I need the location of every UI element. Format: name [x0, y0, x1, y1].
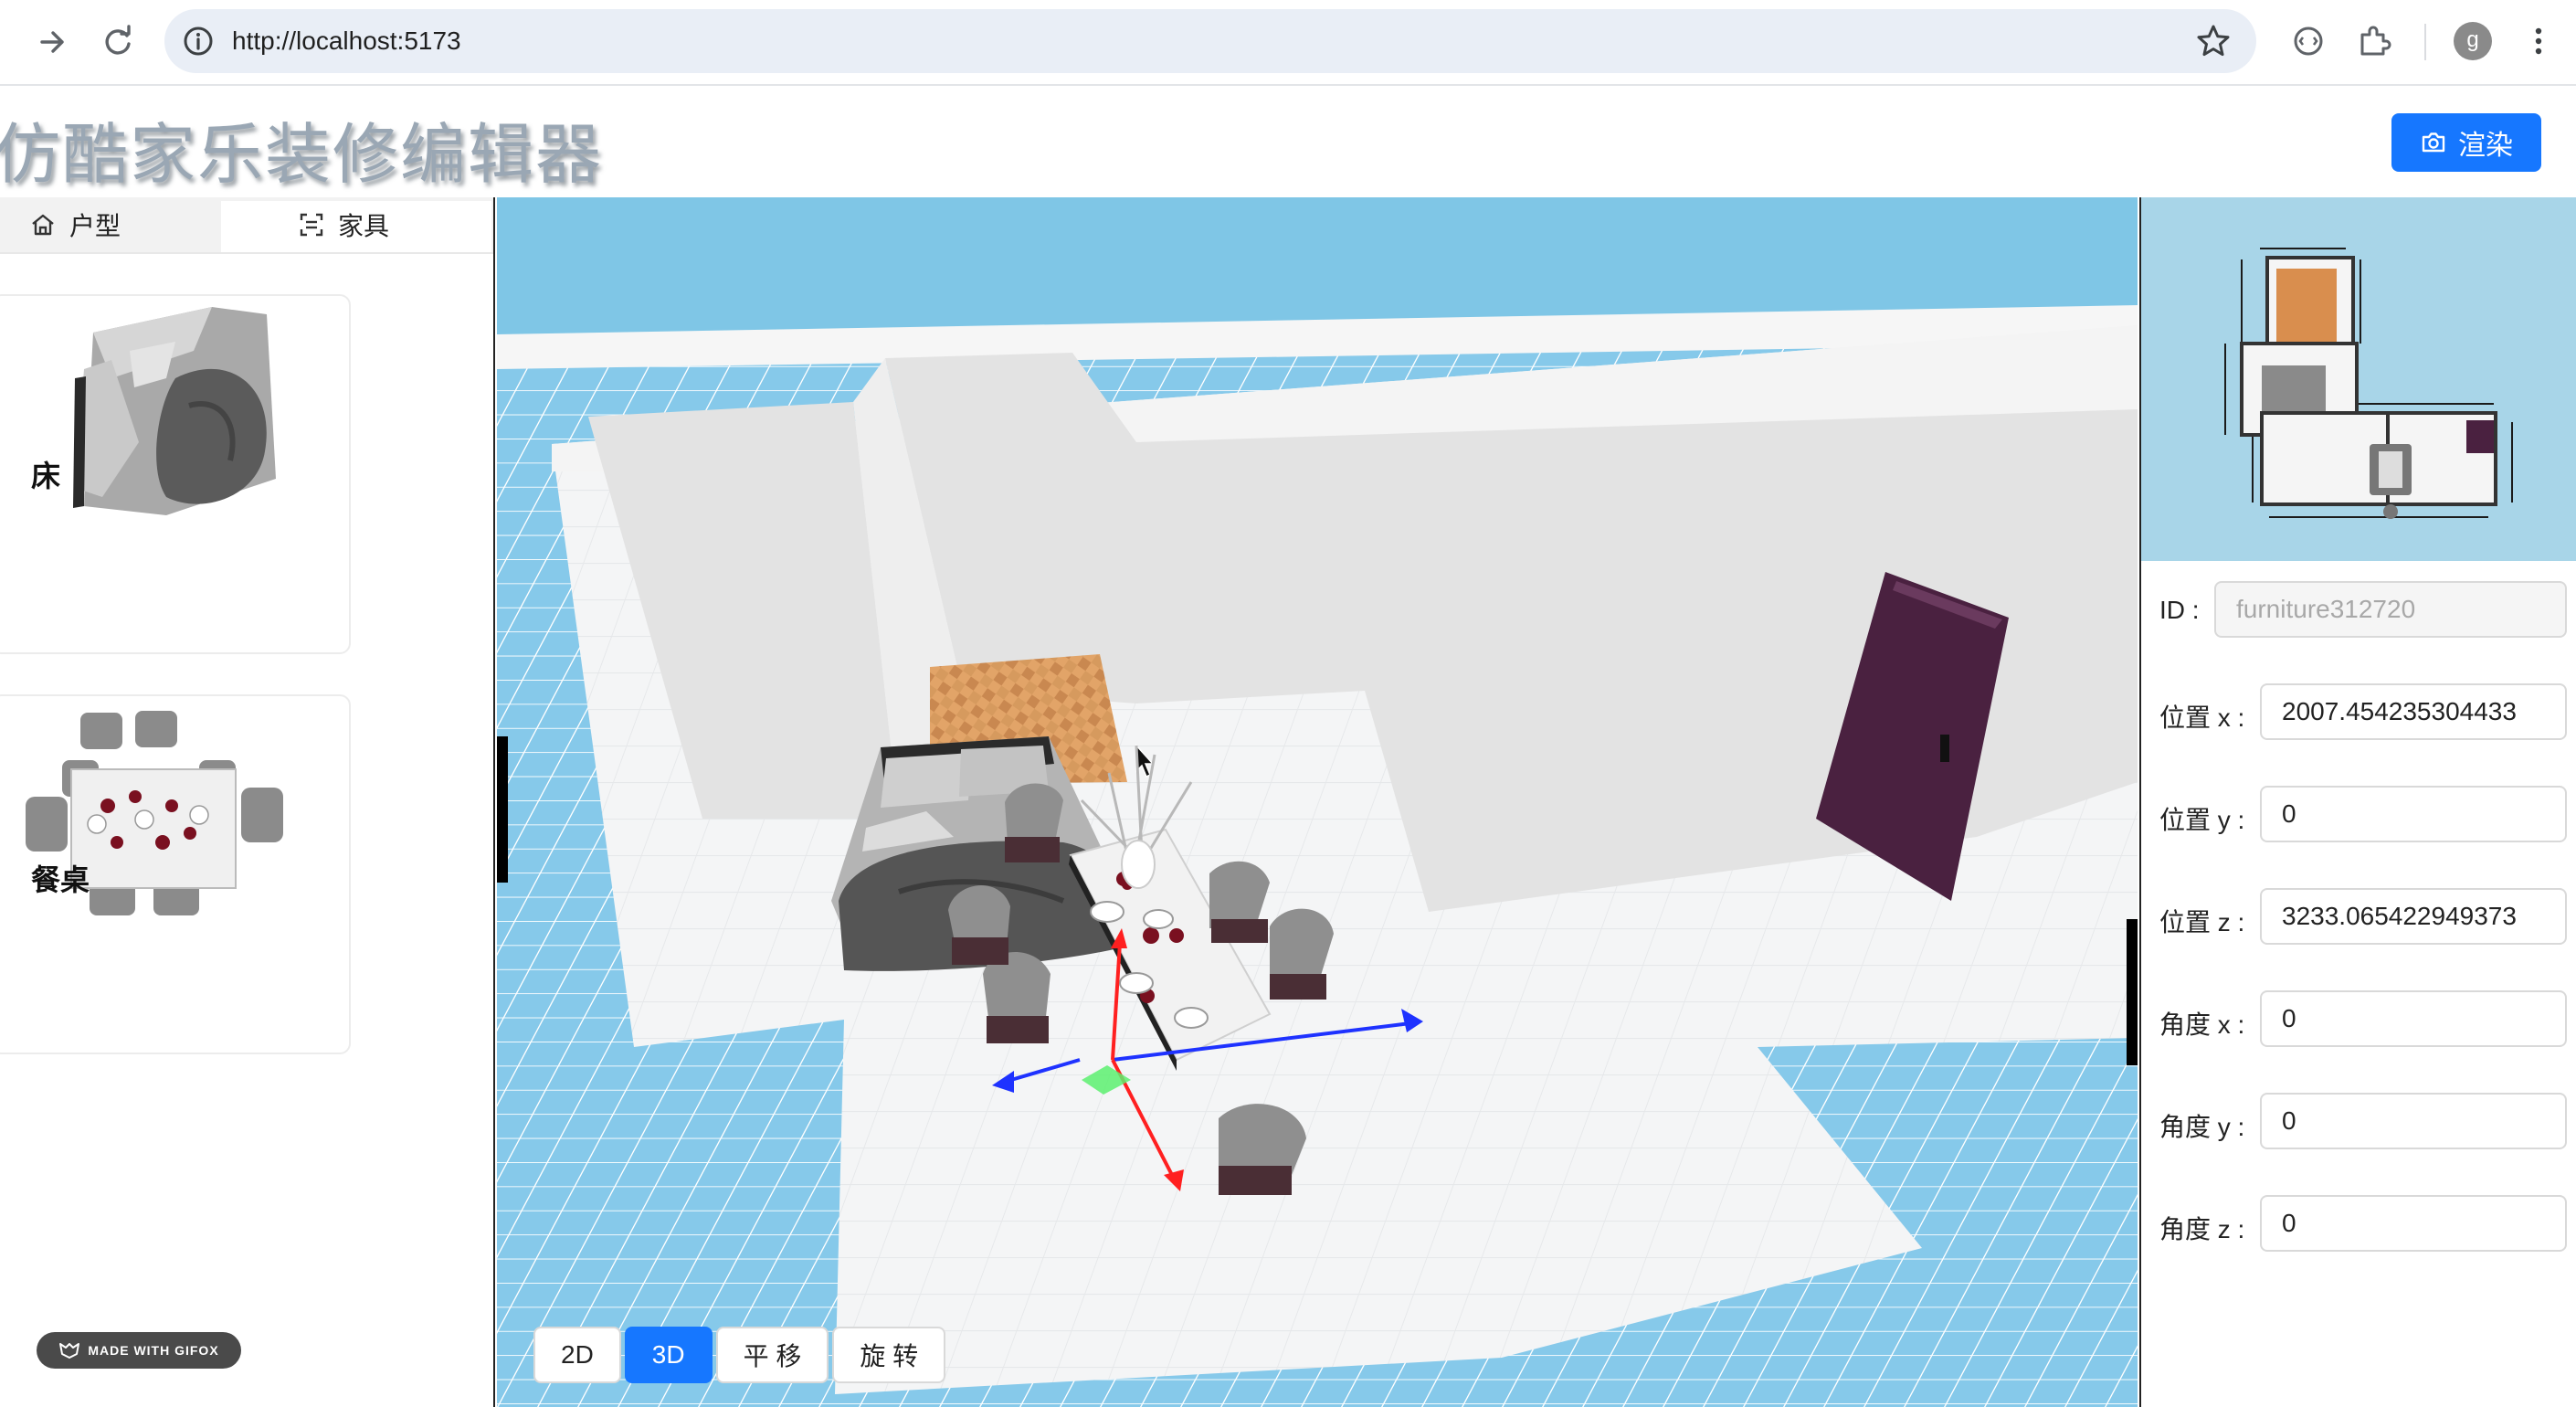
left-edge-handle[interactable] — [497, 736, 508, 883]
browser-toolbar: http://localhost:5173 g — [0, 0, 2576, 86]
prop-row-rot-x: 角度 x : — [2159, 990, 2571, 1049]
prop-row-pos-z: 位置 z : — [2159, 888, 2571, 947]
profile-avatar[interactable]: g — [2454, 22, 2492, 60]
floorplan-minimap[interactable] — [2141, 197, 2576, 561]
right-edge-handle[interactable] — [2127, 919, 2138, 1065]
gifox-watermark-text: MADE WITH GIFOX — [88, 1343, 219, 1358]
extension-monitor-icon[interactable] — [2287, 20, 2329, 62]
extensions-puzzle-icon[interactable] — [2353, 20, 2395, 62]
prop-row-id: ID : — [2159, 581, 2571, 640]
prop-pos-x-input[interactable] — [2260, 683, 2567, 740]
prop-row-pos-y: 位置 y : — [2159, 786, 2571, 844]
furniture-card-dining-table[interactable]: 餐桌 — [0, 694, 351, 1054]
app-title: 仿酷家乐装修编辑器 — [0, 116, 604, 193]
prop-rot-z-label: 角度 z : — [2159, 1215, 2245, 1243]
furniture-card-bed[interactable]: 床 — [0, 294, 351, 654]
prop-rot-z-input[interactable] — [2260, 1195, 2567, 1252]
prop-id-input — [2214, 581, 2567, 638]
prop-row-rot-z: 角度 z : — [2159, 1195, 2571, 1254]
toolbar-divider — [2424, 24, 2426, 60]
view-mode-toolbar: 2D 3D 平 移 旋 转 — [533, 1327, 946, 1383]
prop-pos-z-label: 位置 z : — [2159, 908, 2245, 936]
tab-furniture-label: 家具 — [338, 212, 390, 240]
prop-pos-z-input[interactable] — [2260, 888, 2567, 945]
prop-id-label: ID : — [2159, 596, 2200, 624]
browser-menu-icon[interactable] — [2518, 20, 2560, 62]
mode-2d-button[interactable]: 2D — [533, 1327, 621, 1383]
gifox-logo-icon — [59, 1343, 80, 1359]
render-button[interactable]: 渲染 — [2391, 113, 2541, 172]
prop-pos-y-label: 位置 y : — [2159, 806, 2245, 834]
prop-row-rot-y: 角度 y : — [2159, 1093, 2571, 1151]
scan-icon — [300, 213, 323, 237]
tab-floorplan[interactable]: 户型 — [29, 197, 121, 252]
camera-icon — [2422, 132, 2445, 153]
bookmark-star-icon[interactable] — [2194, 22, 2233, 60]
render-button-label: 渲染 — [2458, 131, 2513, 161]
tab-furniture[interactable]: 家具 — [298, 197, 389, 252]
app-header: 仿酷家乐装修编辑器 渲染 — [0, 86, 2576, 196]
prop-row-pos-x: 位置 x : — [2159, 683, 2571, 742]
3d-viewport[interactable]: 2D 3D 平 移 旋 转 — [497, 197, 2138, 1407]
sidebar-tabs: 户型 家具 — [0, 197, 493, 254]
prop-rot-x-label: 角度 x : — [2159, 1010, 2245, 1039]
mode-rotate-button[interactable]: 旋 转 — [832, 1327, 946, 1383]
prop-pos-y-input[interactable] — [2260, 786, 2567, 842]
properties-panel: ID : 位置 x : 位置 y : 位置 z : 角度 x : 角度 y : … — [2139, 197, 2576, 1407]
minimap-drawing — [2224, 248, 2513, 519]
reload-icon[interactable] — [99, 22, 139, 62]
bed-thumbnail — [73, 307, 276, 515]
3d-scene[interactable] — [497, 197, 2138, 1407]
tab-floorplan-label: 户型 — [69, 212, 121, 240]
address-bar[interactable]: http://localhost:5173 — [164, 9, 2256, 73]
gifox-watermark: MADE WITH GIFOX — [37, 1332, 241, 1369]
mode-3d-button[interactable]: 3D — [624, 1327, 713, 1383]
prop-rot-y-input[interactable] — [2260, 1093, 2567, 1149]
furniture-card-bed-label: 床 — [31, 460, 61, 492]
prop-rot-y-label: 角度 y : — [2159, 1113, 2245, 1141]
home-icon — [32, 214, 54, 236]
furniture-sidebar: 户型 家具 床 餐桌 — [0, 197, 495, 1407]
prop-pos-x-label: 位置 x : — [2159, 704, 2245, 732]
site-info-icon[interactable] — [181, 24, 216, 58]
url-text: http://localhost:5173 — [232, 26, 461, 55]
door-handle — [1940, 735, 1949, 762]
furniture-card-dining-table-label: 餐桌 — [31, 863, 90, 896]
forward-icon[interactable] — [33, 22, 73, 62]
prop-rot-x-input[interactable] — [2260, 990, 2567, 1047]
mode-pan-button[interactable]: 平 移 — [715, 1327, 829, 1383]
